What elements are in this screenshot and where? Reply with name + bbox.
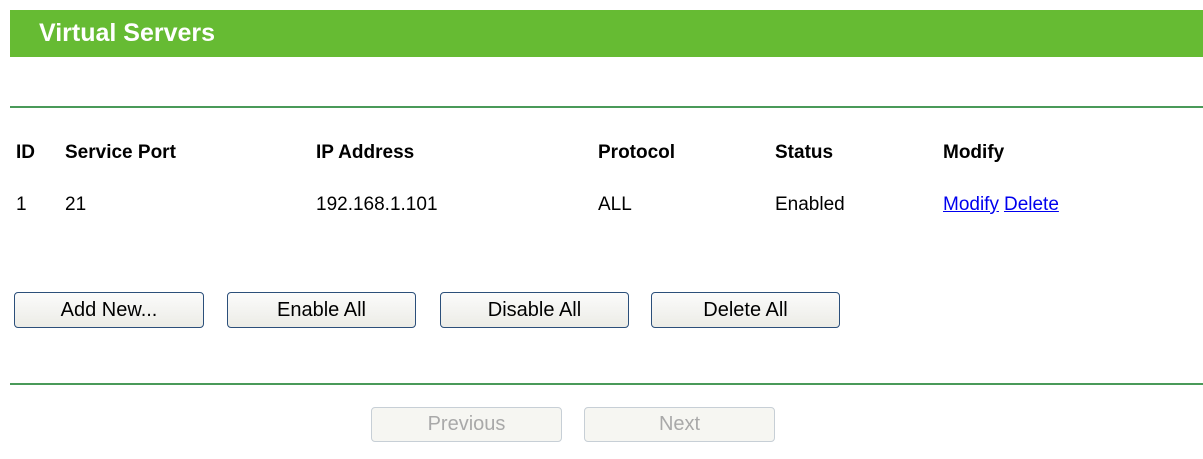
add-new-button[interactable]: Add New... xyxy=(14,292,204,328)
title-bar: Virtual Servers xyxy=(10,10,1203,57)
row-ip-address: 192.168.1.101 xyxy=(316,194,438,215)
header-ip-address: IP Address xyxy=(316,142,415,163)
header-id: ID xyxy=(16,142,35,163)
row-protocol: ALL xyxy=(598,194,632,215)
delete-link[interactable]: Delete xyxy=(1004,194,1059,215)
header-service-port: Service Port xyxy=(65,142,176,163)
previous-button[interactable]: Previous xyxy=(371,407,562,442)
bottom-divider xyxy=(10,383,1203,385)
header-status: Status xyxy=(775,142,834,163)
disable-all-button[interactable]: Disable All xyxy=(440,292,629,328)
header-modify: Modify xyxy=(943,142,1005,163)
next-button[interactable]: Next xyxy=(584,407,775,442)
header-protocol: Protocol xyxy=(598,142,676,163)
row-id: 1 xyxy=(16,194,27,215)
top-divider xyxy=(10,106,1203,108)
enable-all-button[interactable]: Enable All xyxy=(227,292,416,328)
row-actions: Modify Delete xyxy=(943,193,1059,217)
page-title: Virtual Servers xyxy=(39,19,216,47)
delete-all-button[interactable]: Delete All xyxy=(651,292,840,328)
modify-link[interactable]: Modify xyxy=(943,194,999,215)
row-status: Enabled xyxy=(775,194,845,215)
row-service-port: 21 xyxy=(65,194,87,215)
